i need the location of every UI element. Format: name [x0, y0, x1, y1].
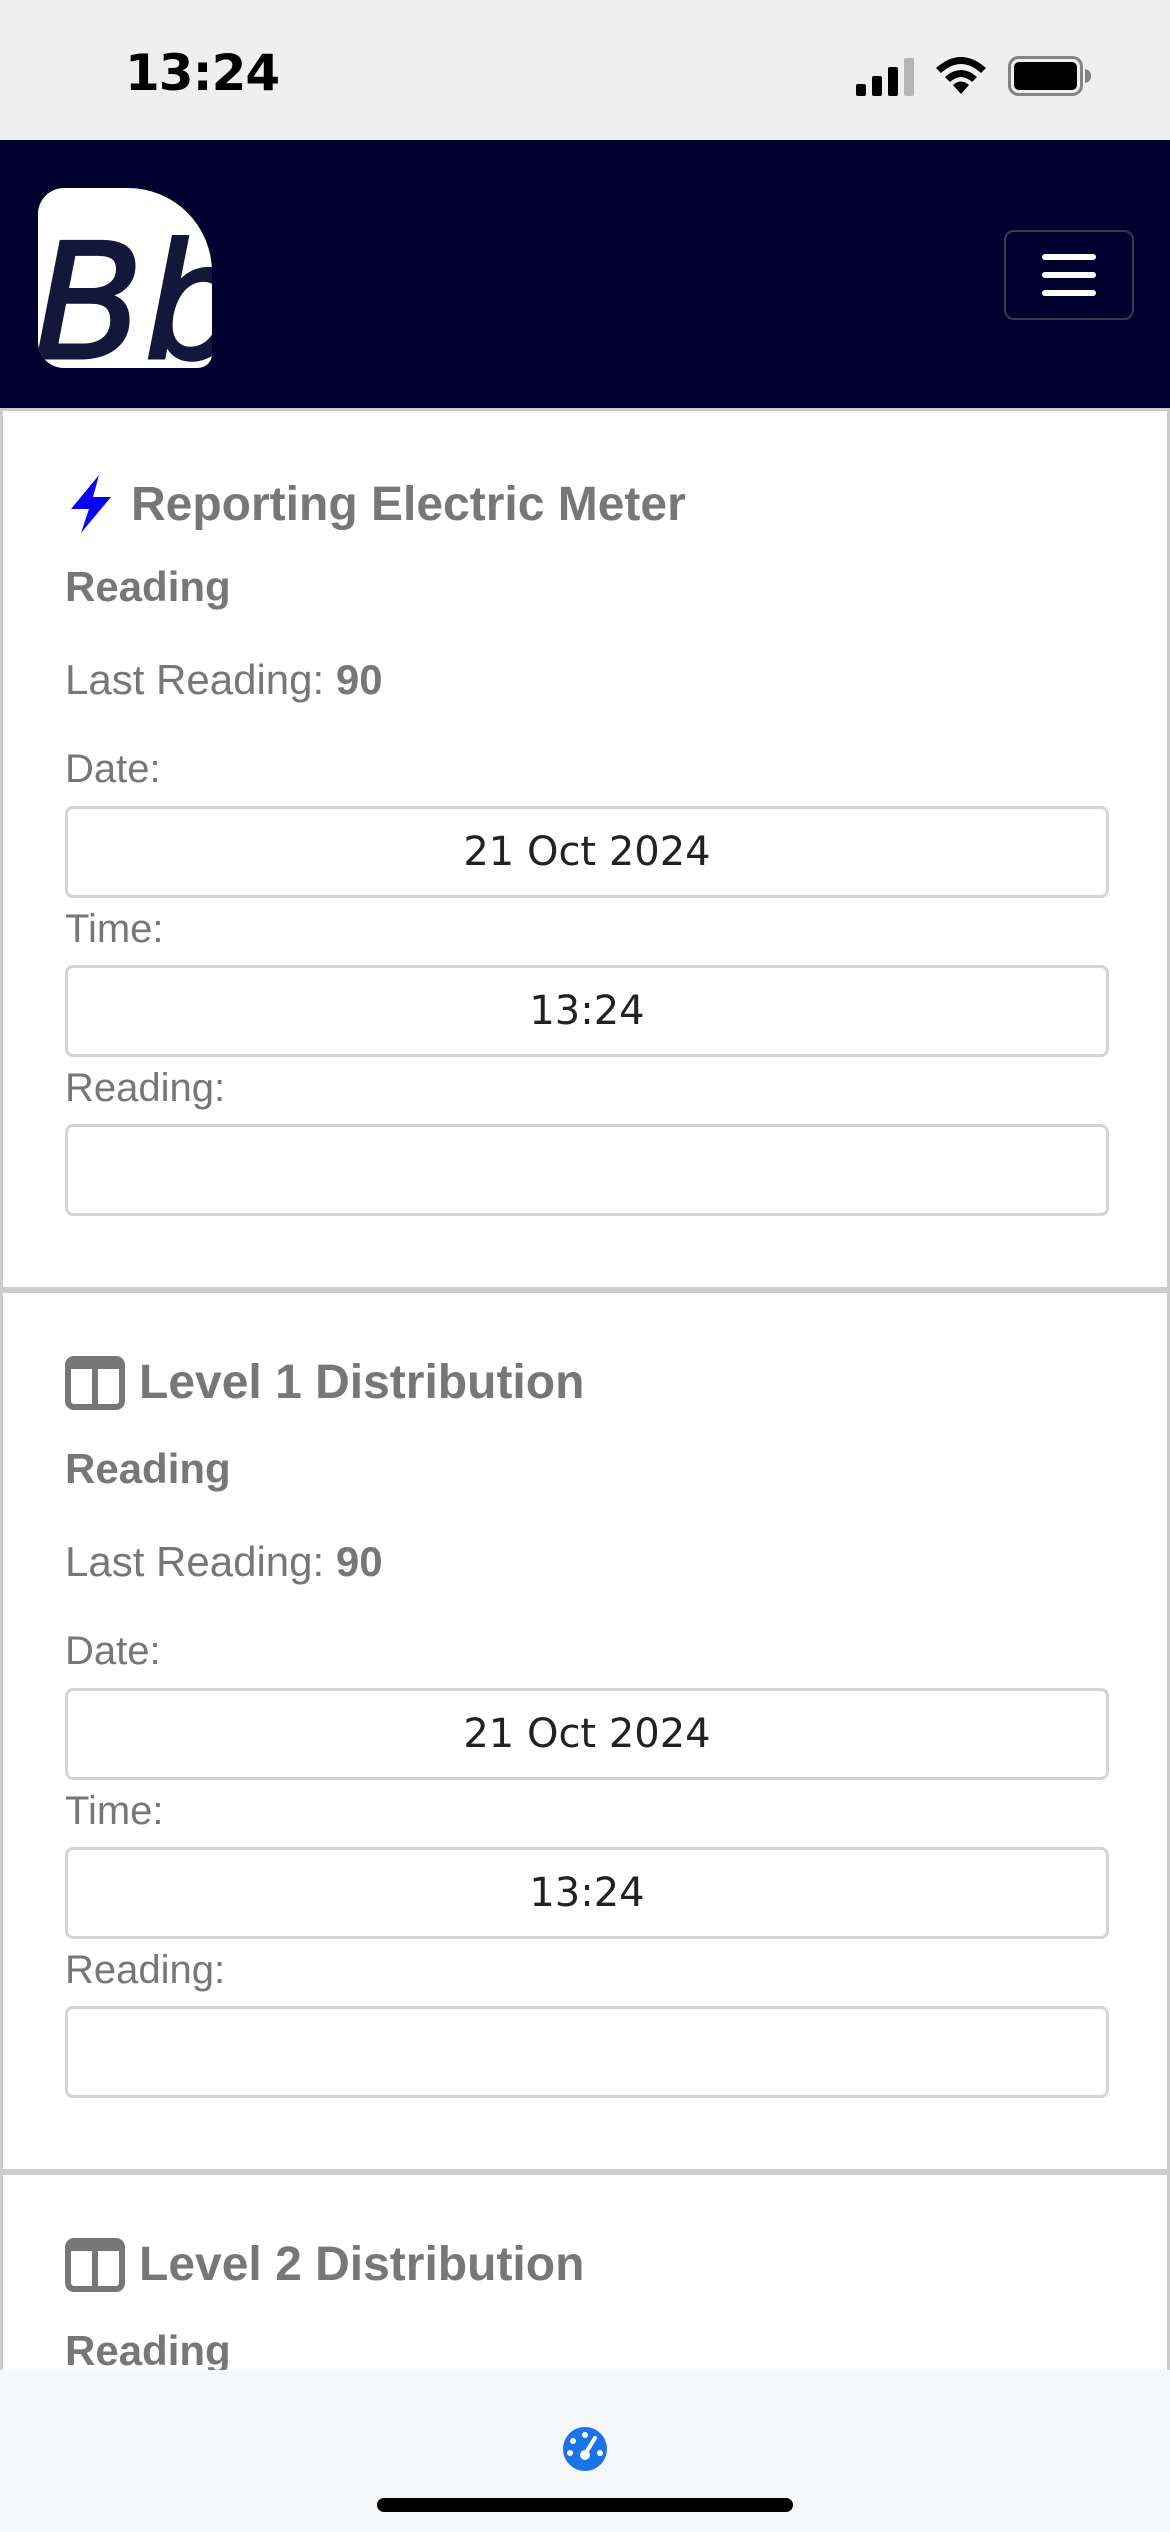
svg-text:Bb: Bb — [38, 209, 212, 368]
reading-label: Reading: — [65, 1066, 226, 1110]
lightning-bolt-icon — [71, 475, 111, 533]
last-reading: Last Reading: 90 — [65, 656, 383, 703]
wifi-icon — [936, 57, 986, 94]
date-input[interactable]: 21 Oct 2024 — [65, 1688, 1109, 1780]
card-title: Level 2 Distribution — [65, 2237, 584, 2292]
section-heading-reading: Reading — [65, 1445, 231, 1492]
hamburger-menu-button[interactable] — [1004, 230, 1134, 320]
time-input[interactable]: 13:24 — [65, 1847, 1109, 1939]
reading-input[interactable] — [65, 1124, 1109, 1216]
logo-icon: Bb — [38, 208, 212, 369]
section-heading-reading: Reading — [65, 563, 231, 610]
dashboard-gauge-icon[interactable] — [562, 2426, 608, 2472]
card-title: Reporting Electric Meter — [65, 473, 686, 535]
last-reading: Last Reading: 90 — [65, 1538, 383, 1585]
meter-card-level-1-distribution: Level 1 Distribution Reading Last Readin… — [0, 1290, 1170, 2172]
meter-card-reporting-electric-meter: Reporting Electric Meter Reading Last Re… — [0, 408, 1170, 1290]
section-heading-reading: Reading — [65, 2327, 231, 2374]
date-label: Date: — [65, 747, 161, 791]
bottom-tab-bar — [0, 2370, 1170, 2532]
reading-label: Reading: — [65, 1948, 226, 1992]
cellular-signal-icon — [856, 58, 914, 96]
home-indicator[interactable] — [377, 2498, 793, 2512]
distribution-board-icon — [65, 1355, 125, 1410]
brand-logo[interactable]: Bb — [38, 188, 212, 368]
date-label: Date: — [65, 1629, 161, 1673]
distribution-board-icon — [65, 2237, 125, 2292]
reading-input[interactable] — [65, 2006, 1109, 2098]
date-input[interactable]: 21 Oct 2024 — [65, 806, 1109, 898]
battery-icon — [1008, 56, 1091, 96]
time-input[interactable]: 13:24 — [65, 965, 1109, 1057]
status-bar: 13:24 — [0, 0, 1170, 140]
hamburger-menu-icon — [1042, 254, 1096, 260]
time-label: Time: — [65, 1789, 164, 1833]
time-label: Time: — [65, 907, 164, 951]
status-time: 13:24 — [125, 44, 280, 102]
top-navbar: Bb — [0, 140, 1170, 408]
card-title: Level 1 Distribution — [65, 1355, 584, 1410]
